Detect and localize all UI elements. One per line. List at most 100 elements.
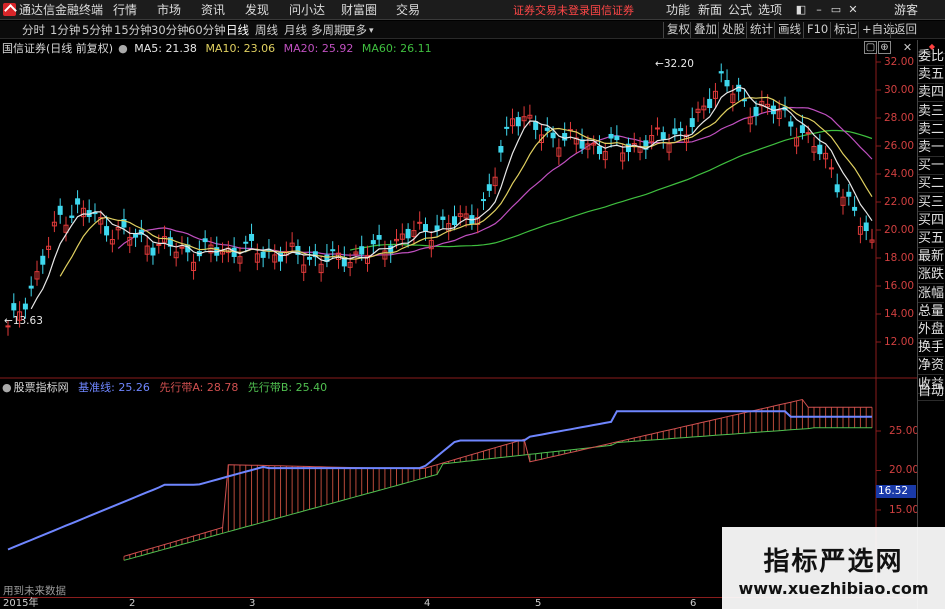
mark-button[interactable]: 标记 (830, 22, 860, 38)
sidebar-item[interactable]: 外盘 (918, 321, 944, 339)
candle (57, 205, 63, 215)
sidebar-item[interactable]: 买四 (918, 212, 944, 230)
date-tick: 2015年 (3, 598, 39, 609)
period-30min[interactable]: 30分钟 (151, 23, 189, 37)
indicator-tick: 15.00 (889, 504, 920, 516)
sidebar-item[interactable]: 卖二 (918, 121, 944, 139)
sidebar-item[interactable]: 卖一 (918, 139, 944, 157)
sidebar-item[interactable]: 买五 (918, 230, 944, 248)
candlesticks (5, 63, 875, 336)
minimize-icon[interactable]: – (812, 4, 826, 16)
holdings-button[interactable]: 处股 (718, 22, 748, 38)
candle (608, 133, 614, 139)
candle (75, 198, 81, 205)
price-tick: 16.00 (884, 280, 915, 292)
indicator-tick: 20.00 (889, 464, 920, 476)
candle (405, 228, 411, 239)
base-line-legend: 基准线: 25.26 (78, 381, 150, 394)
sidebar-item[interactable]: 涨幅 (918, 285, 944, 303)
date-tick: 6 (690, 598, 697, 609)
candle (550, 132, 556, 139)
candle (243, 241, 249, 244)
period-5min[interactable]: 5分钟 (82, 23, 112, 37)
candle (22, 303, 28, 310)
period-monthly[interactable]: 月线 (284, 23, 307, 37)
watermark-url: www.xuezhibiao.com (738, 579, 929, 598)
candle (689, 118, 695, 128)
restore-icon[interactable]: ▭ (829, 4, 843, 16)
sidebar-item[interactable]: 换手 (918, 339, 944, 358)
candle (614, 135, 620, 141)
close-icon[interactable]: ✕ (846, 4, 860, 16)
candle (654, 127, 660, 130)
candle (544, 127, 550, 131)
candle (249, 233, 255, 241)
price-axis (876, 61, 881, 343)
period-60min[interactable]: 60分钟 (188, 23, 226, 37)
lead-b-legend: 先行带B: 25.40 (247, 381, 328, 394)
price-tick: 28.00 (884, 112, 915, 124)
period-intraday[interactable]: 分时 (22, 23, 45, 37)
sidebar-item[interactable]: 自动 (918, 383, 944, 401)
candle (596, 145, 602, 155)
candle (718, 71, 724, 74)
chart-area[interactable] (0, 40, 917, 597)
menu-item-news[interactable]: 资讯 (201, 3, 225, 17)
date-tick: 5 (535, 598, 542, 609)
period-daily[interactable]: 日线 (226, 23, 249, 37)
period-15min[interactable]: 15分钟 (114, 23, 152, 37)
candle (562, 133, 568, 141)
menu-item-formula[interactable]: 公式 (728, 3, 752, 17)
candle (376, 235, 382, 240)
sidebar-item[interactable]: 涨跌 (918, 266, 944, 285)
candle (660, 132, 666, 140)
menu-item-ask[interactable]: 问小达 (289, 3, 325, 17)
candle (417, 221, 423, 224)
candle (260, 251, 266, 258)
overlay-button[interactable]: 叠加 (690, 22, 720, 38)
candle (11, 303, 17, 311)
menu-item-options[interactable]: 选项 (758, 3, 782, 17)
period-weekly[interactable]: 周线 (255, 23, 278, 37)
guest-login[interactable]: 游客 (894, 3, 918, 17)
sidebar-item[interactable]: 净资 (918, 357, 944, 376)
candle (533, 121, 539, 130)
menu-item-functions[interactable]: 功能 (666, 3, 690, 17)
trade-login-notice[interactable]: 证券交易未登录 (513, 4, 590, 18)
menu-item-discover[interactable]: 发现 (245, 3, 269, 17)
candle (788, 121, 794, 127)
menu-item-quotes[interactable]: 行情 (113, 3, 137, 17)
sidebar-item[interactable]: 买三 (918, 194, 944, 212)
sidebar-item[interactable]: 买一 (918, 157, 944, 176)
back-button[interactable]: 返回 (890, 22, 920, 38)
sidebar-item[interactable]: 卖三 (918, 103, 944, 121)
period-toolbar: 分时 1分钟 5分钟 15分钟 30分钟 60分钟 日线 周线 月线 多周期 更… (0, 21, 945, 39)
menu-item-new-layout[interactable]: 新面 (698, 3, 722, 17)
menu-item-wealth[interactable]: 财富圈 (341, 3, 377, 17)
stats-button[interactable]: 统计 (746, 22, 776, 38)
chevron-down-icon[interactable]: ▾ (369, 24, 374, 38)
sidebar-item[interactable]: 最新 (918, 248, 944, 267)
period-1min[interactable]: 1分钟 (50, 23, 80, 37)
broker-notice[interactable]: 国信证券 (590, 4, 634, 18)
adjust-button[interactable]: 复权 (663, 22, 693, 38)
sidebar-item[interactable]: 总量 (918, 303, 944, 321)
sidebar-item[interactable]: 卖四 (918, 84, 944, 103)
period-multi[interactable]: 多周期 (311, 23, 346, 37)
period-more[interactable]: 更多 (344, 23, 367, 37)
menu-item-trade[interactable]: 交易 (396, 3, 420, 17)
skin-icon[interactable]: ◧ (794, 4, 808, 16)
price-tick: 26.00 (884, 140, 915, 152)
candle (370, 240, 376, 245)
menu-item-market[interactable]: 市场 (157, 3, 181, 17)
sidebar-item[interactable]: 委比 (918, 48, 944, 66)
sidebar-item[interactable]: 卖五 (918, 66, 944, 85)
price-tick: 32.00 (884, 56, 915, 68)
price-tick: 22.00 (884, 196, 915, 208)
sidebar-item[interactable]: 买二 (918, 175, 944, 194)
f10-button[interactable]: F10 (803, 22, 831, 38)
date-tick: 2 (129, 598, 136, 609)
draw-button[interactable]: 画线 (774, 22, 804, 38)
candle (434, 225, 440, 231)
candle (817, 144, 823, 155)
